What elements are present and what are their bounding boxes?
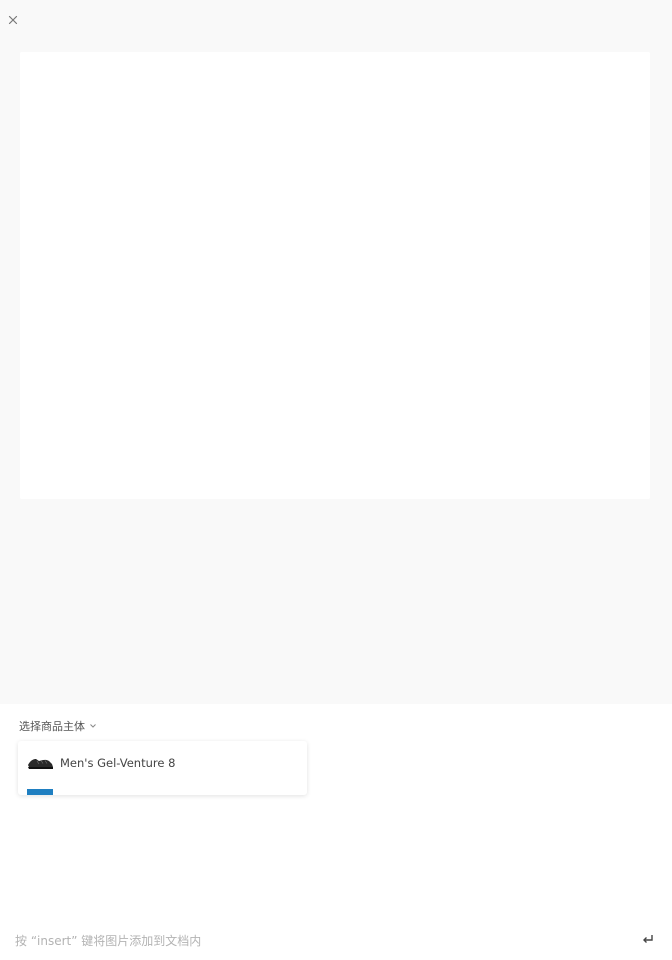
partial-thumbnail [27,789,53,795]
subject-dropdown: Men's Gel-Venture 8 [18,741,307,795]
subject-select-label: 选择商品主体 [19,720,85,733]
close-icon [8,15,18,25]
dropdown-item-label: Men's Gel-Venture 8 [60,756,176,770]
subject-select[interactable]: 选择商品主体 [19,718,97,734]
insert-hint: 按 “insert” 键将图片添加到文档内 [15,934,202,948]
enter-icon[interactable] [641,933,655,945]
shoe-thumbnail-icon [27,756,54,770]
image-preview-area [0,0,672,704]
chevron-down-icon [89,723,97,729]
bottom-panel: 选择商品主体 Men's Gel-Venture 8 按 “insert” 键将… [0,704,672,960]
close-button[interactable] [5,12,21,28]
image-preview-canvas [20,52,650,499]
dropdown-item[interactable]: Men's Gel-Venture 8 [18,751,307,775]
